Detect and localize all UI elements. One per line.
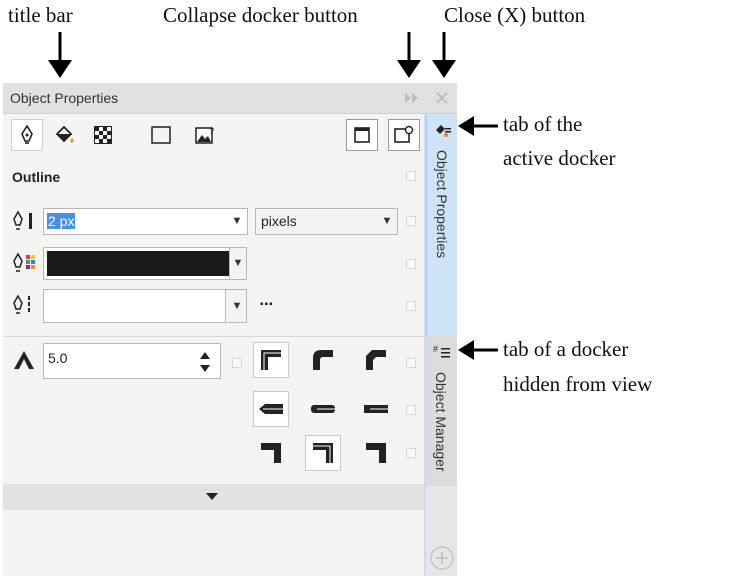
outline-style-dropdown[interactable]: ▼: [225, 289, 247, 323]
transparency-icon: [94, 126, 112, 144]
annotation-close-button: Close (X) button: [444, 3, 586, 27]
tab-object-manager-label: Object Manager: [433, 372, 449, 472]
outline-color-checkbox[interactable]: [406, 259, 416, 269]
caps-checkbox[interactable]: [406, 405, 416, 415]
miter-limit-field[interactable]: 5.0: [43, 343, 221, 379]
close-icon: [436, 92, 448, 104]
corner-round-icon: [313, 350, 333, 370]
position-checkbox[interactable]: [406, 448, 416, 458]
outline-section-title: Outline: [12, 169, 61, 185]
chevron-down-icon: ▼: [232, 257, 244, 269]
corner-miter-button[interactable]: [253, 342, 289, 378]
tab-transparency-button[interactable]: [87, 119, 119, 151]
section-divider: [3, 336, 424, 337]
outline-row-checkbox[interactable]: [406, 171, 416, 181]
annotation-collapse-docker: Collapse docker button: [163, 3, 358, 27]
position-inside-button[interactable]: [358, 435, 394, 471]
miter-limit-value: 5.0: [48, 350, 68, 366]
cap-round-button[interactable]: [305, 391, 341, 427]
arrow-active-tab: [458, 116, 498, 136]
corners-checkbox[interactable]: [406, 358, 416, 368]
miter-limit-icon: [14, 351, 34, 369]
arrow-title-bar: [48, 32, 72, 78]
outline-color-swatch: [47, 251, 243, 276]
docker-tab-strip: Object Properties # Object Manager: [426, 114, 457, 576]
frame-icon: [151, 126, 171, 144]
tab-fill-button[interactable]: [49, 119, 81, 151]
outline-style-icon: [13, 294, 30, 314]
outline-units-value: pixels: [261, 213, 297, 229]
tab-object-properties[interactable]: Object Properties: [426, 114, 457, 336]
more-options-button[interactable]: ▪▪▪: [260, 299, 274, 310]
image-icon: ?: [195, 126, 214, 144]
cap-butt-button[interactable]: [253, 391, 289, 427]
expand-chevron-down-icon: [206, 493, 218, 500]
cap-square-icon: [364, 405, 388, 413]
tab-frame-button[interactable]: [145, 119, 177, 151]
tab-object-properties-label: Object Properties: [434, 150, 450, 259]
collapse-docker-button[interactable]: [403, 88, 421, 108]
outline-width-checkbox[interactable]: [406, 216, 416, 226]
frame-options-button[interactable]: [388, 119, 420, 151]
miter-checkbox[interactable]: [232, 358, 242, 368]
position-center-icon: [313, 443, 333, 463]
spin-arrows-icon[interactable]: [199, 350, 211, 374]
annotation-title-bar: title bar: [8, 3, 73, 27]
arrow-collapse-button: [397, 32, 421, 78]
svg-text:?: ?: [209, 126, 214, 136]
position-outside-button[interactable]: [253, 435, 289, 471]
outline-color-icon: [13, 252, 35, 272]
frame-fit-icon: [354, 127, 370, 143]
chevron-down-icon[interactable]: ▼: [379, 215, 395, 227]
tab-object-manager[interactable]: # Object Manager: [426, 336, 457, 486]
expand-section-bar[interactable]: [3, 484, 424, 510]
cap-round-icon: [311, 405, 335, 413]
frame-fit-button[interactable]: [346, 119, 378, 151]
annotation-active-tab-2: active docker: [503, 146, 616, 170]
annotation-hidden-tab-1: tab of a docker: [503, 337, 629, 361]
double-chevron-right-icon: [405, 93, 418, 103]
svg-text:#: #: [433, 344, 438, 354]
corner-round-button[interactable]: [305, 342, 341, 378]
outline-units-select[interactable]: pixels ▼: [255, 208, 398, 235]
docker-title: Object Properties: [10, 90, 119, 106]
outline-width-icon: [13, 210, 32, 230]
tab-outline-button[interactable]: [11, 119, 43, 151]
position-center-button[interactable]: [305, 435, 341, 471]
fill-bucket-icon: [55, 125, 74, 143]
corner-bevel-icon: [366, 350, 386, 370]
corner-bevel-button[interactable]: [358, 342, 394, 378]
tab-image-button[interactable]: ?: [190, 119, 222, 151]
object-manager-tab-icon: #: [433, 344, 450, 358]
position-outside-icon: [261, 443, 281, 463]
cap-butt-icon: [259, 404, 283, 414]
object-properties-tab-icon: [436, 125, 451, 137]
outline-style-checkbox[interactable]: [406, 301, 416, 311]
outline-color-dropdown[interactable]: ▼: [229, 247, 247, 280]
outline-width-field[interactable]: 2 px ▼: [43, 208, 248, 235]
outline-style-picker[interactable]: [43, 289, 246, 323]
plus-circle-icon[interactable]: [430, 546, 454, 570]
chevron-down-icon[interactable]: ▼: [229, 215, 245, 227]
annotation-hidden-tab-2: hidden from view: [503, 372, 653, 396]
arrow-close-button: [432, 32, 456, 78]
docker-window: Object Properties ? Outline 2 px ▼ pixel…: [3, 83, 457, 576]
corner-miter-icon: [261, 350, 281, 370]
chevron-down-icon: ▼: [231, 300, 243, 312]
annotation-active-tab-1: tab of the: [503, 112, 583, 136]
outline-width-value: 2 px: [47, 213, 76, 229]
outline-color-picker[interactable]: [43, 247, 247, 280]
position-inside-icon: [366, 443, 386, 463]
close-docker-button[interactable]: [433, 88, 451, 108]
object-properties-panel: ? Outline 2 px ▼ pixels ▼ ▼ ▼ ▪▪▪ 5.0: [3, 114, 424, 576]
arrow-hidden-tab: [458, 340, 498, 360]
cap-square-button[interactable]: [358, 391, 394, 427]
outline-pen-icon: [21, 124, 33, 144]
frame-options-icon: [394, 125, 414, 143]
docker-title-bar[interactable]: Object Properties: [3, 83, 457, 114]
